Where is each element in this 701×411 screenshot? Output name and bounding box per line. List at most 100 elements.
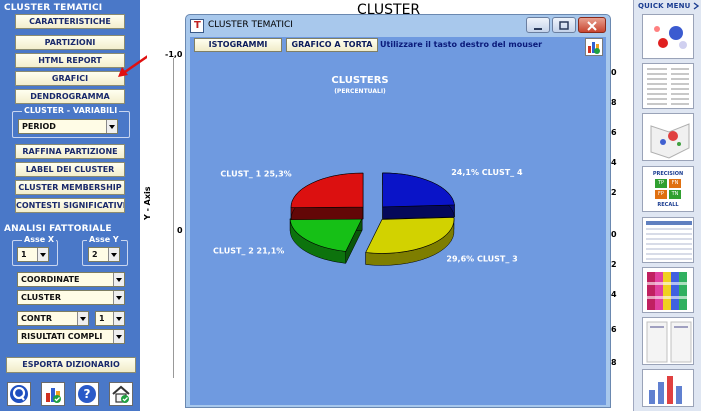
quick-menu-thumb-bubbles[interactable]	[642, 14, 694, 59]
quick-menu-thumb-heatmap[interactable]	[642, 267, 694, 313]
asse-y-select[interactable]: 2	[88, 247, 120, 262]
chevron-down-icon[interactable]	[113, 291, 124, 304]
close-icon	[587, 21, 597, 31]
pointer-arrow-icon	[118, 54, 149, 77]
chart-check-icon[interactable]	[41, 382, 65, 406]
pie-slice-label: 29,6% CLUST_ 3	[446, 254, 517, 263]
asse-y-value: 2	[92, 250, 98, 259]
chevron-down-icon[interactable]	[108, 248, 119, 261]
right-tick: 4	[611, 158, 617, 167]
recall-label: RECALL	[657, 202, 679, 208]
right-tick: 2	[611, 188, 617, 197]
chevron-down-icon[interactable]	[77, 312, 88, 325]
quit-icon[interactable]	[7, 382, 31, 406]
chevron-down-icon[interactable]	[113, 330, 124, 343]
right-tick: 6	[611, 325, 617, 334]
risultati-select[interactable]: RISULTATI COMPLI	[17, 329, 125, 344]
partizioni-button[interactable]: PARTIZIONI	[15, 35, 125, 50]
section-title-analisi-fattoriale: ANALISI FATTORIALE	[4, 224, 112, 234]
right-tick: 4	[611, 290, 617, 299]
right-tick: 6	[611, 128, 617, 137]
fp-cell: FP	[655, 190, 667, 199]
pie-slice-group	[289, 217, 363, 264]
tn-cell: TN	[669, 190, 681, 199]
chevron-down-icon[interactable]	[106, 120, 117, 133]
cluster-membership-button[interactable]: CLUSTER MEMBERSHIP	[15, 180, 125, 195]
coordinate-select[interactable]: COORDINATE	[17, 272, 125, 287]
pie-slices-layer	[289, 172, 455, 266]
quick-menu-thumb-grid[interactable]	[642, 217, 694, 263]
maximize-icon	[559, 21, 569, 30]
asse-x-value: 1	[21, 250, 27, 259]
risultati-value: RISULTATI COMPLI	[21, 332, 103, 341]
cluster-value: CLUSTER	[21, 293, 62, 302]
chevron-down-icon[interactable]	[113, 273, 124, 286]
section-title-cluster-tematici: CLUSTER TEMATICI	[4, 3, 103, 13]
chevron-down-icon[interactable]	[37, 248, 48, 261]
grafici-button[interactable]: GRAFICI	[15, 71, 125, 86]
right-tick: 8	[611, 98, 617, 107]
coordinate-value: COORDINATE	[21, 275, 80, 284]
quick-menu-thumb-report[interactable]	[642, 317, 694, 365]
contr-number-value: 1	[99, 314, 105, 323]
cluster-variabili-label: CLUSTER - VARIABILI	[22, 106, 120, 116]
maximize-button[interactable]	[552, 17, 576, 33]
dialog-title: CLUSTER TEMATICI	[208, 20, 293, 30]
quick-menu-thumb-bars[interactable]	[642, 369, 694, 407]
asse-y-label: Asse Y	[87, 235, 121, 245]
quick-menu-thumb-3d-scatter[interactable]	[642, 113, 694, 161]
period-select[interactable]: PERIOD	[18, 119, 118, 134]
cluster-select[interactable]: CLUSTER	[17, 290, 125, 305]
background-axis-line	[173, 58, 174, 378]
chevron-down-icon[interactable]	[113, 312, 124, 325]
asse-x-select[interactable]: 1	[17, 247, 49, 262]
pie-slice-label: CLUST_ 2 21,1%	[213, 246, 284, 255]
precision-label: PRECISION	[652, 171, 684, 177]
pie-slice-wall	[382, 204, 455, 220]
home-icon[interactable]	[109, 382, 133, 406]
contr-select[interactable]: CONTR	[17, 311, 89, 326]
caratteristiche-button[interactable]: CARATTERISTICHE	[15, 14, 125, 29]
contr-value: CONTR	[21, 314, 52, 323]
chevron-right-icon[interactable]	[692, 2, 700, 10]
right-tick: 0	[611, 230, 617, 239]
contesti-significativi-button[interactable]: CONTESTI SIGNIFICATIVI	[15, 198, 125, 213]
chart-subtitle: (PERCENTUALI)	[334, 88, 386, 95]
pie-slice-label: 24,1% CLUST_ 4	[451, 168, 523, 177]
period-select-value: PERIOD	[22, 122, 56, 131]
pie-chart: CLUSTERS (PERCENTUALI) 24,1% CLUST_ 4 29,…	[213, 75, 523, 266]
left-tick-zero: 0	[177, 226, 183, 235]
help-icon[interactable]: ?	[75, 382, 99, 406]
right-tick: 2	[611, 260, 617, 269]
dialog-titlebar[interactable]: CLUSTER TEMATICI	[186, 15, 610, 37]
pie-slice-clust-1[interactable]	[290, 172, 364, 209]
pie-slice-label: CLUST_ 1 25,3%	[220, 169, 291, 178]
minimize-button[interactable]	[526, 17, 550, 33]
quick-menu: QUICK MENU PRECISION TP FN FP TN RECALL	[633, 0, 701, 411]
tp-cell: TP	[655, 179, 667, 188]
label-dei-cluster-button[interactable]: LABEL DEI CLUSTER	[15, 162, 125, 177]
dendrogramma-button[interactable]: DENDROGRAMMA	[15, 89, 125, 104]
svg-text:?: ?	[84, 387, 91, 401]
pie-slice-wall	[290, 206, 364, 220]
close-button[interactable]	[578, 17, 606, 33]
minimize-icon	[534, 28, 542, 30]
right-tick: 0	[611, 68, 617, 77]
cluster-tematici-dialog: CLUSTER TEMATICI ISTOGRAMMI GRAFICO A TO…	[185, 14, 611, 408]
fn-cell: FN	[669, 179, 681, 188]
pie-slice-group	[365, 217, 455, 266]
app-icon	[190, 19, 204, 33]
quick-menu-title: QUICK MENU	[638, 2, 691, 10]
right-tick-column: 0 8 6 4 2 0 2 4 6 8	[611, 40, 627, 370]
y-axis-label: Y - Axis	[143, 186, 152, 220]
quick-menu-thumb-table[interactable]	[642, 63, 694, 109]
html-report-button[interactable]: HTML REPORT	[15, 53, 125, 68]
asse-x-label: Asse X	[22, 235, 57, 245]
contr-number-select[interactable]: 1	[95, 311, 125, 326]
right-tick: 8	[611, 358, 617, 367]
raffina-partizione-button[interactable]: RAFFINA PARTIZIONE	[15, 144, 125, 159]
esporta-dizionario-button[interactable]: ESPORTA DIZIONARIO	[6, 357, 136, 373]
dialog-client-area: ISTOGRAMMI GRAFICO A TORTA Utilizzare il…	[190, 37, 606, 405]
pie-slice-clust-4[interactable]	[382, 172, 455, 208]
quick-menu-thumb-precision-recall[interactable]: PRECISION TP FN FP TN RECALL	[642, 166, 694, 212]
